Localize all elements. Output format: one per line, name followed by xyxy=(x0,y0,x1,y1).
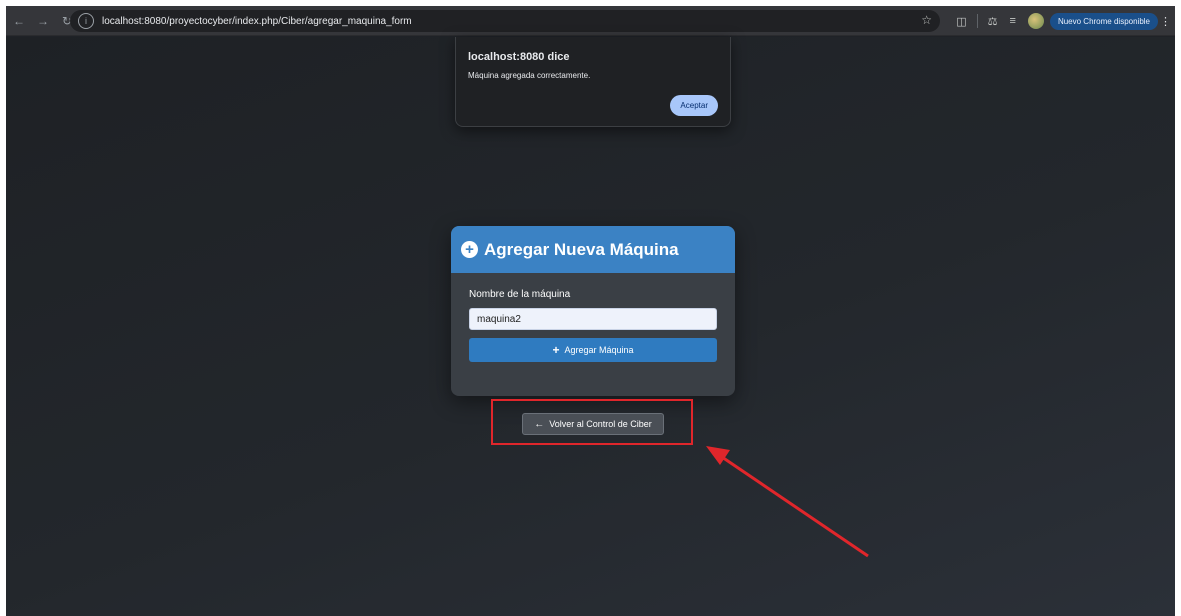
back-to-control-button[interactable]: ← Volver al Control de Ciber xyxy=(522,413,664,435)
screenshot-frame: ← → ↻ i localhost:8080/proyectocyber/ind… xyxy=(6,6,1175,616)
extensions-icon[interactable]: ◫ xyxy=(956,15,966,28)
add-machine-button[interactable]: + Agregar Máquina xyxy=(469,338,717,362)
toolbar-right: ◫ ⚖ ≡ Nuevo Chrome disponible ⋮ xyxy=(950,6,1175,36)
url-text[interactable]: localhost:8080/proyectocyber/index.php/C… xyxy=(102,16,412,27)
annotation-arrow-line xyxy=(715,451,869,558)
machine-name-input[interactable] xyxy=(469,308,717,330)
media-icon[interactable]: ≡ xyxy=(1010,15,1016,27)
highlight-box: ← Volver al Control de Ciber xyxy=(491,399,693,445)
arrow-left-icon: ← xyxy=(534,418,545,430)
card-header: + Agregar Nueva Máquina xyxy=(451,226,735,273)
add-machine-card: + Agregar Nueva Máquina Nombre de la máq… xyxy=(451,226,735,396)
card-body: Nombre de la máquina + Agregar Máquina xyxy=(451,273,735,378)
plus-icon: + xyxy=(552,343,560,357)
profile-avatar[interactable] xyxy=(1027,13,1044,29)
bookmark-star-icon[interactable]: ☆ xyxy=(921,13,932,27)
plus-circle-icon: + xyxy=(461,241,478,258)
annotation-arrow-head xyxy=(706,446,730,465)
back-to-control-label: Volver al Control de Ciber xyxy=(549,419,652,429)
alert-message: Máquina agregada correctamente. xyxy=(468,71,591,80)
alert-title: localhost:8080 dice xyxy=(468,51,570,63)
toolbar-divider xyxy=(976,14,978,28)
browser-toolbar: ← → ↻ i localhost:8080/proyectocyber/ind… xyxy=(6,6,1175,36)
card-title: Agregar Nueva Máquina xyxy=(484,239,679,259)
site-info-icon[interactable]: i xyxy=(78,13,94,29)
add-machine-label: Agregar Máquina xyxy=(564,345,634,355)
menu-kebab-icon[interactable]: ⋮ xyxy=(1160,15,1171,28)
machine-name-label: Nombre de la máquina xyxy=(469,289,571,300)
page-content: localhost:8080 dice Máquina agregada cor… xyxy=(6,37,1175,616)
alert-ok-button[interactable]: Aceptar xyxy=(670,95,718,116)
labs-icon[interactable]: ⚖ xyxy=(988,15,998,28)
back-icon[interactable]: ← xyxy=(8,10,30,32)
alert-dialog: localhost:8080 dice Máquina agregada cor… xyxy=(455,37,731,127)
forward-icon[interactable]: → xyxy=(32,10,54,32)
address-bar[interactable]: i localhost:8080/proyectocyber/index.php… xyxy=(70,10,940,32)
chrome-update-button[interactable]: Nuevo Chrome disponible xyxy=(1049,12,1158,30)
